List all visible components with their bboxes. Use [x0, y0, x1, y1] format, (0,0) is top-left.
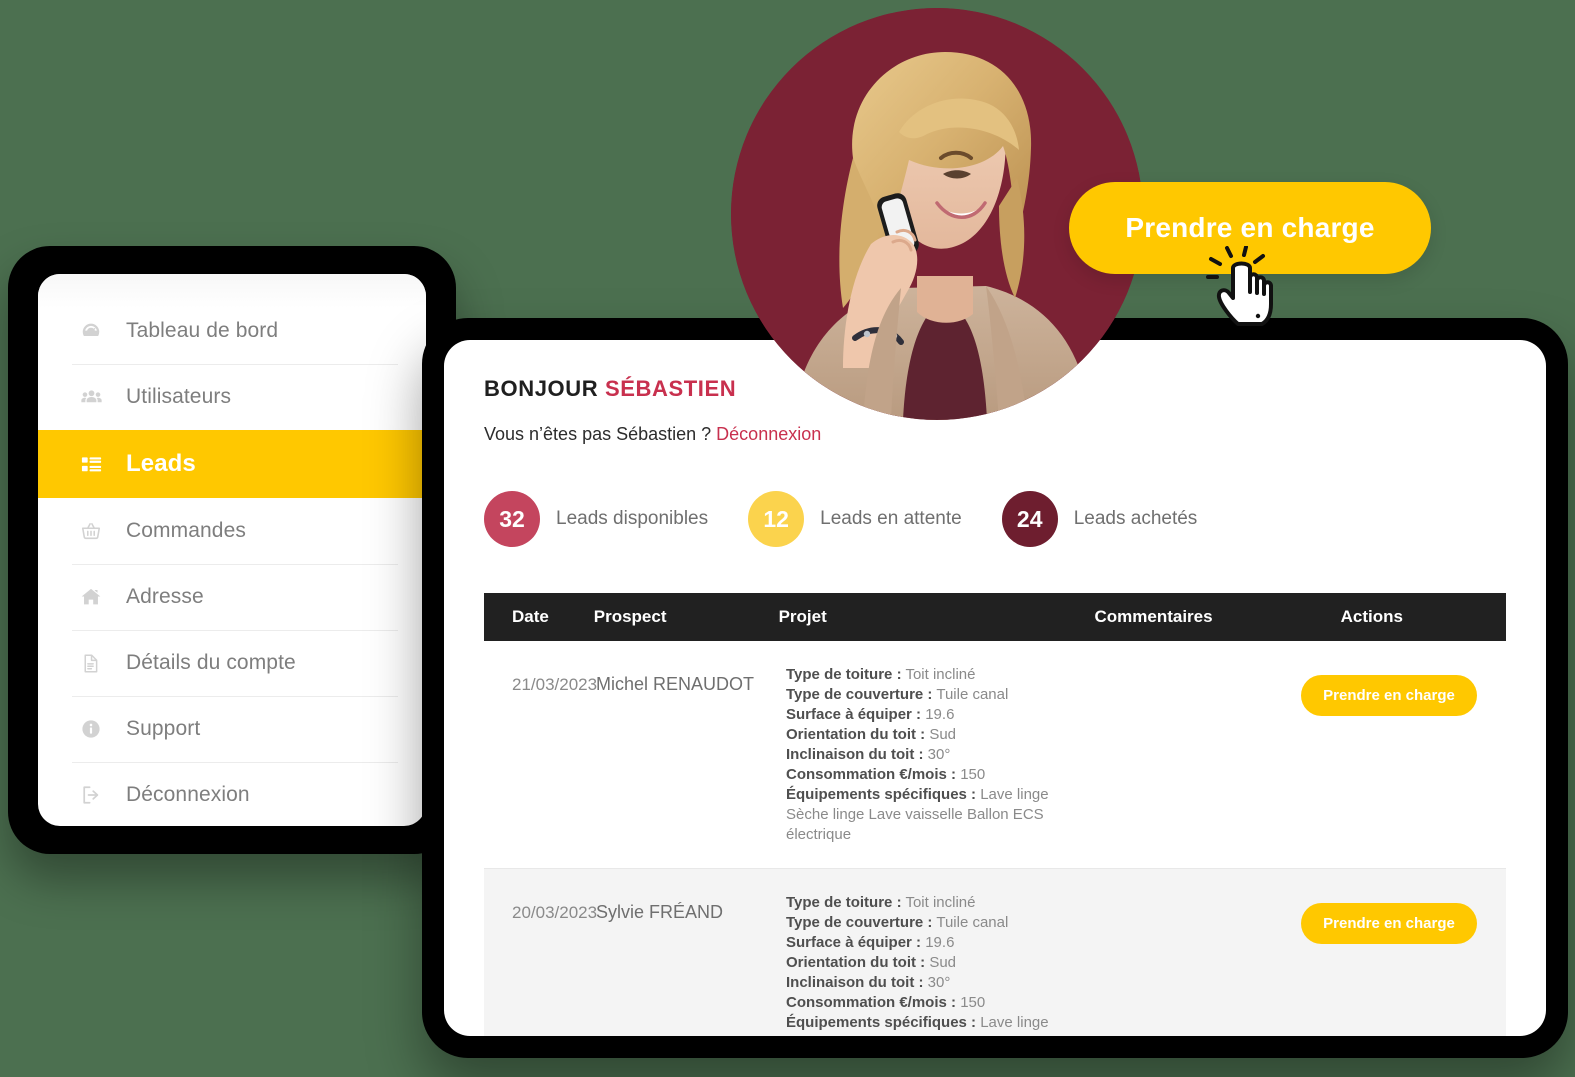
stat-item: 32 Leads disponibles [484, 491, 708, 547]
main-device-frame: BONJOUR SÉBASTIEN Vous n’êtes pas Sébast… [422, 318, 1568, 1058]
greeting-user-name: SÉBASTIEN [604, 376, 737, 401]
prendre-en-charge-button[interactable]: Prendre en charge [1301, 674, 1477, 716]
cell-date: 20/03/2023 [512, 903, 598, 923]
sidebar-item-adresse[interactable]: Adresse [38, 564, 426, 630]
column-header-date: Date [512, 607, 549, 626]
stat-label: Leads en attente [820, 508, 962, 529]
cell-projet: Type de toiture : Toit incliné Type de co… [786, 893, 1086, 1036]
sidebar-item-label: Leads [126, 450, 196, 477]
cell-actions: Prendre en charge [1301, 665, 1477, 725]
project-field-key: Consommation €/mois : [786, 994, 957, 1012]
prendre-en-charge-button[interactable]: Prendre en charge [1301, 902, 1477, 944]
table-row: 20/03/2023 Sylvie FRÉAND Type de toiture :… [484, 869, 1506, 1036]
not-you-line: Vous n’êtes pas Sébastien ? Déconnexion [484, 424, 1506, 445]
project-field-value: Tuile canal [932, 914, 1009, 932]
stat-label: Leads achetés [1073, 508, 1198, 529]
project-field-value: 150 [956, 994, 986, 1012]
sidebar-item-deconnexion[interactable]: Déconnexion [38, 762, 426, 826]
cell-actions: Prendre en charge [1301, 893, 1477, 953]
project-field-key: Inclinaison du toit : [786, 745, 924, 763]
sidebar-item-label: Déconnexion [126, 783, 250, 806]
table-header-row: Date Prospect Projet Commentaires Action… [484, 593, 1506, 641]
sidebar-item-leads[interactable]: Leads [38, 430, 426, 498]
project-field-value: 30° [923, 974, 951, 992]
sidebar-screen: Tableau de bord Utilisateurs Leads Commande… [38, 274, 426, 826]
column-header-actions: Actions [1340, 607, 1403, 626]
project-field-value: 19.6 [921, 705, 955, 723]
project-field-value: Sud [925, 954, 957, 972]
project-field-value: 19.6 [921, 934, 955, 952]
project-field-key: Équipements spécifiques : [786, 1014, 977, 1032]
sidebar-item-label: Utilisateurs [126, 385, 232, 408]
sign-out-icon [80, 782, 110, 808]
project-field-key: Surface à équiper : [786, 705, 922, 723]
stat-count-badge: 32 [484, 491, 540, 547]
cell-date: 21/03/2023 [512, 675, 598, 694]
project-field-value: Toit incliné [901, 894, 976, 912]
floating-cta-label: Prendre en charge [1125, 212, 1375, 243]
stat-item: 12 Leads en attente [748, 491, 962, 547]
not-you-text: Vous n’êtes pas Sébastien ? [484, 424, 717, 444]
project-field-key: Inclinaison du toit : [786, 974, 924, 992]
project-field-key: Orientation du toit : [786, 725, 926, 743]
sidebar-item-label: Détails du compte [126, 651, 296, 674]
home-icon [80, 584, 110, 610]
composition-stage: Tableau de bord Utilisateurs Leads Commande… [0, 0, 1575, 1077]
stat-label: Leads disponibles [556, 508, 709, 529]
project-field-key: Type de couverture : [786, 685, 933, 703]
basket-icon [80, 518, 110, 544]
list-grid-icon [80, 451, 110, 477]
project-field-value: 150 [956, 765, 986, 783]
sidebar-nav: Tableau de bord Utilisateurs Leads Commande… [38, 274, 426, 826]
table-body: 21/03/2023 Michel RENAUDOT Type de toiture… [484, 641, 1506, 1036]
greeting-prefix: BONJOUR [484, 376, 605, 401]
leads-table: Date Prospect Projet Commentaires Action… [484, 593, 1506, 1036]
main-screen: BONJOUR SÉBASTIEN Vous n’êtes pas Sébast… [444, 340, 1546, 1036]
project-field-key: Équipements spécifiques : [786, 785, 977, 803]
sidebar-device-frame: Tableau de bord Utilisateurs Leads Commande… [8, 246, 456, 854]
main-content: BONJOUR SÉBASTIEN Vous n’êtes pas Sébast… [444, 340, 1546, 1036]
users-icon [80, 384, 110, 410]
cell-prospect: Michel RENAUDOT [596, 674, 755, 694]
stats-row: 32 Leads disponibles 12 Leads en attente 24 L… [484, 491, 1506, 547]
project-field-key: Type de toiture : [786, 894, 902, 912]
file-document-icon [80, 650, 110, 676]
project-field-value: Tuile canal [932, 685, 1009, 703]
table-row: 21/03/2023 Michel RENAUDOT Type de toiture… [484, 641, 1506, 870]
project-field-key: Consommation €/mois : [786, 765, 957, 783]
sidebar-item-label: Adresse [126, 585, 204, 608]
project-field-key: Type de couverture : [786, 914, 933, 932]
sidebar-item-tableau-de-bord[interactable]: Tableau de bord [38, 298, 426, 364]
info-circle-icon [80, 716, 110, 742]
column-header-projet: Projet [778, 607, 827, 626]
dashboard-gauge-icon [80, 318, 110, 344]
project-field-value: 30° [923, 745, 951, 763]
sidebar-item-label: Commandes [126, 519, 246, 542]
column-header-prospect: Prospect [593, 607, 667, 626]
project-field-value: Sud [925, 725, 957, 743]
project-field-value: Toit incliné [901, 666, 976, 683]
stat-item: 24 Leads achetés [1001, 491, 1198, 547]
sidebar-item-details-du-compte[interactable]: Détails du compte [38, 630, 426, 696]
sidebar-item-commandes[interactable]: Commandes [38, 498, 426, 564]
cell-projet: Type de toiture : Toit incliné Type de co… [786, 665, 1086, 844]
floating-prendre-en-charge-button[interactable]: Prendre en charge [1069, 182, 1431, 274]
sidebar-item-label: Support [126, 717, 201, 740]
project-field-key: Orientation du toit : [786, 954, 926, 972]
sidebar-item-support[interactable]: Support [38, 696, 426, 762]
sidebar-item-label: Tableau de bord [126, 319, 279, 342]
cell-prospect: Sylvie FRÉAND [596, 902, 724, 923]
project-field-key: Type de toiture : [786, 666, 902, 683]
sidebar-item-utilisateurs[interactable]: Utilisateurs [38, 364, 426, 430]
stat-count-badge: 24 [1001, 491, 1058, 547]
logout-link[interactable]: Déconnexion [716, 424, 821, 444]
stat-count-badge: 12 [748, 491, 805, 547]
project-field-key: Surface à équiper : [786, 934, 922, 952]
column-header-commentaires: Commentaires [1094, 607, 1213, 626]
